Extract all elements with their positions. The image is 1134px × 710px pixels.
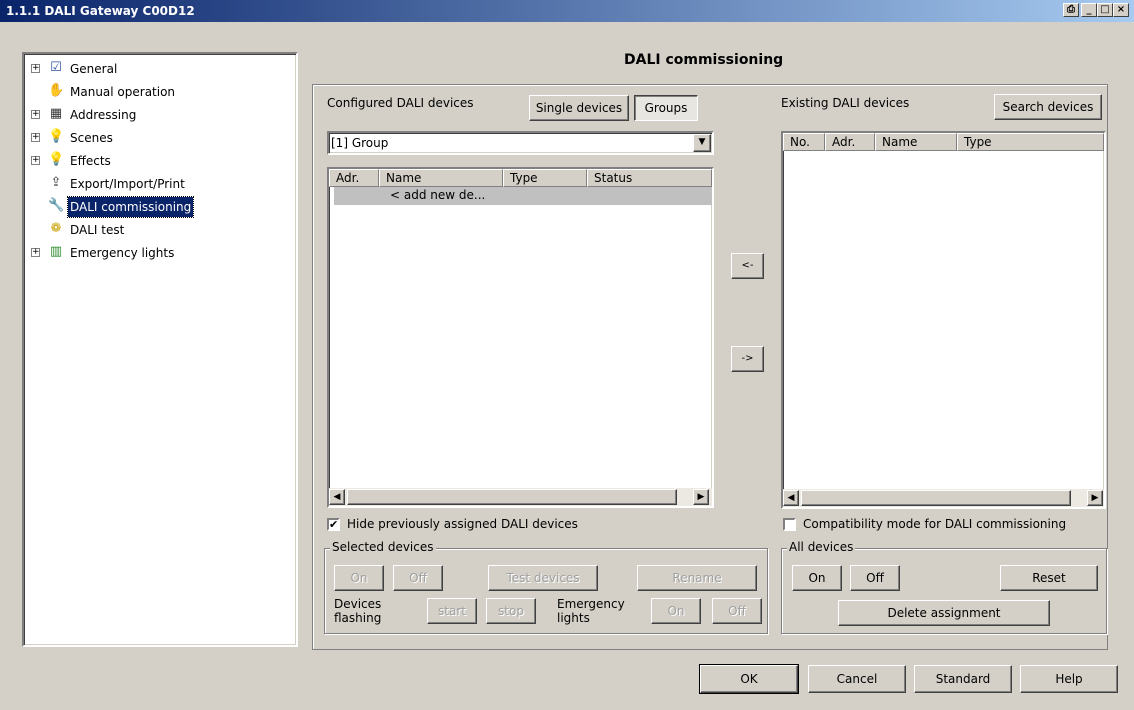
tree-item-label: General bbox=[70, 62, 118, 76]
group-select-value: [1] Group bbox=[331, 136, 389, 150]
hide-assigned-label: Hide previously assigned DALI devices bbox=[347, 517, 578, 531]
devices-flashing-label: Devices flashing bbox=[334, 597, 382, 625]
tree-item[interactable]: + ▦ Addressing bbox=[24, 104, 284, 126]
ok-button[interactable]: OK bbox=[699, 664, 799, 694]
tree-item-label: Effects bbox=[70, 154, 111, 168]
wrench-icon: 🔧 bbox=[48, 198, 65, 213]
hand-icon: ✋ bbox=[48, 83, 65, 98]
groups-button[interactable]: Groups bbox=[634, 95, 698, 121]
tree-item-label: DALI commissioning bbox=[66, 196, 195, 218]
compat-mode-checkbox[interactable] bbox=[783, 518, 796, 531]
table-row[interactable]: < add new de... bbox=[334, 187, 712, 205]
emergency-on-button[interactable]: On bbox=[651, 598, 701, 624]
navigation-tree[interactable]: + ☑ General ✋ Manual operation + ▦ Addressing + 💡… bbox=[22, 52, 298, 647]
all-on-button[interactable]: On bbox=[792, 565, 842, 591]
tree-item-label: Emergency lights bbox=[70, 246, 175, 260]
existing-devices-list[interactable]: No. Adr. Name Type ◀ ▶ bbox=[781, 131, 1106, 509]
compat-mode-label: Compatibility mode for DALI commissionin… bbox=[803, 517, 1067, 531]
horizontal-scrollbar[interactable]: ◀ ▶ bbox=[329, 488, 712, 506]
gear-icon: ❁ bbox=[50, 221, 62, 236]
configured-devices-label: Configured DALI devices bbox=[327, 96, 474, 110]
reset-button[interactable]: Reset bbox=[1000, 565, 1098, 591]
maximize-button[interactable]: □ bbox=[1097, 3, 1113, 17]
horizontal-scrollbar[interactable]: ◀ ▶ bbox=[783, 489, 1104, 507]
tree-item[interactable]: ✋ Manual operation bbox=[24, 81, 284, 103]
flashing-start-button[interactable]: start bbox=[427, 598, 477, 624]
tree-item[interactable]: + 💡 Effects bbox=[24, 150, 284, 172]
emergency-off-button[interactable]: Off bbox=[712, 598, 762, 624]
scroll-left-icon[interactable]: ◀ bbox=[329, 489, 345, 505]
column-header-name[interactable]: Name bbox=[379, 169, 503, 187]
hide-assigned-checkbox[interactable]: ✔ bbox=[327, 518, 340, 531]
minimize-button[interactable]: _ bbox=[1081, 3, 1097, 17]
close-button[interactable]: × bbox=[1113, 3, 1129, 17]
help-button[interactable]: Help bbox=[1020, 665, 1118, 693]
tree-item[interactable]: + ▥ Emergency lights bbox=[24, 242, 284, 264]
expand-icon[interactable]: + bbox=[31, 248, 40, 257]
column-header-name[interactable]: Name bbox=[875, 133, 957, 151]
standard-button[interactable]: Standard bbox=[914, 665, 1012, 693]
scroll-thumb[interactable] bbox=[801, 490, 1071, 506]
tree-item-label: Export/Import/Print bbox=[70, 177, 185, 191]
move-left-button[interactable]: <- bbox=[731, 253, 764, 279]
bulb-icon: 💡 bbox=[48, 129, 65, 144]
tree-item[interactable]: + 💡 Scenes bbox=[24, 127, 284, 149]
search-devices-button[interactable]: Search devices bbox=[994, 94, 1102, 120]
tree-item[interactable]: ⇪ Export/Import/Print bbox=[24, 173, 284, 195]
print-icon[interactable]: ⎙ bbox=[1063, 3, 1079, 17]
tree-item[interactable]: 🔧 DALI commissioning bbox=[24, 196, 284, 218]
existing-devices-label: Existing DALI devices bbox=[781, 96, 910, 110]
emergency-light-icon: ▥ bbox=[49, 244, 63, 259]
selected-devices-title: Selected devices bbox=[330, 540, 436, 554]
chevron-down-icon[interactable]: ▼ bbox=[693, 134, 711, 152]
rename-button[interactable]: Rename bbox=[637, 565, 757, 591]
delete-assignment-button[interactable]: Delete assignment bbox=[838, 600, 1050, 626]
tree-item-label: DALI test bbox=[70, 223, 125, 237]
expand-icon[interactable]: + bbox=[31, 64, 40, 73]
expand-icon[interactable]: + bbox=[31, 133, 40, 142]
move-right-button[interactable]: -> bbox=[731, 346, 764, 372]
column-header-adr[interactable]: Adr. bbox=[329, 169, 379, 187]
scroll-left-icon[interactable]: ◀ bbox=[783, 490, 799, 506]
configured-devices-list[interactable]: Adr. Name Type Status < add new de... ◀ … bbox=[327, 167, 714, 508]
export-icon: ⇪ bbox=[50, 175, 62, 190]
grid-icon: ▦ bbox=[49, 106, 63, 121]
emergency-lights-label: Emergency lights bbox=[557, 597, 625, 625]
column-header-no[interactable]: No. bbox=[783, 133, 825, 151]
selected-on-button[interactable]: On bbox=[334, 565, 384, 591]
checklist-icon: ☑ bbox=[50, 60, 62, 75]
single-devices-button[interactable]: Single devices bbox=[529, 95, 629, 121]
scroll-thumb[interactable] bbox=[347, 489, 677, 505]
group-select[interactable]: [1] Group ▼ bbox=[327, 131, 714, 155]
tree-item[interactable]: + ☑ General bbox=[24, 58, 284, 80]
scroll-right-icon[interactable]: ▶ bbox=[1087, 490, 1103, 506]
test-devices-button[interactable]: Test devices bbox=[488, 565, 598, 591]
cancel-button[interactable]: Cancel bbox=[808, 665, 906, 693]
tree-item-label: Scenes bbox=[70, 131, 113, 145]
column-header-type[interactable]: Type bbox=[957, 133, 1104, 151]
expand-icon[interactable]: + bbox=[31, 156, 40, 165]
window-title: 1.1.1 DALI Gateway C00D12 bbox=[6, 4, 195, 18]
bulb-icon: 💡 bbox=[48, 152, 65, 167]
all-off-button[interactable]: Off bbox=[850, 565, 900, 591]
scroll-right-icon[interactable]: ▶ bbox=[693, 489, 709, 505]
expand-icon[interactable]: + bbox=[31, 110, 40, 119]
flashing-stop-button[interactable]: stop bbox=[486, 598, 536, 624]
column-header-adr[interactable]: Adr. bbox=[825, 133, 875, 151]
page-title: DALI commissioning bbox=[624, 52, 784, 68]
column-header-status[interactable]: Status bbox=[587, 169, 712, 187]
selected-off-button[interactable]: Off bbox=[393, 565, 443, 591]
row-name: < add new de... bbox=[390, 188, 486, 202]
column-header-type[interactable]: Type bbox=[503, 169, 587, 187]
title-bar: 1.1.1 DALI Gateway C00D12 bbox=[0, 0, 1134, 22]
tree-item[interactable]: ❁ DALI test bbox=[24, 219, 284, 241]
tree-item-label: Addressing bbox=[70, 108, 137, 122]
all-devices-title: All devices bbox=[787, 540, 856, 554]
tree-item-label: Manual operation bbox=[70, 85, 176, 99]
